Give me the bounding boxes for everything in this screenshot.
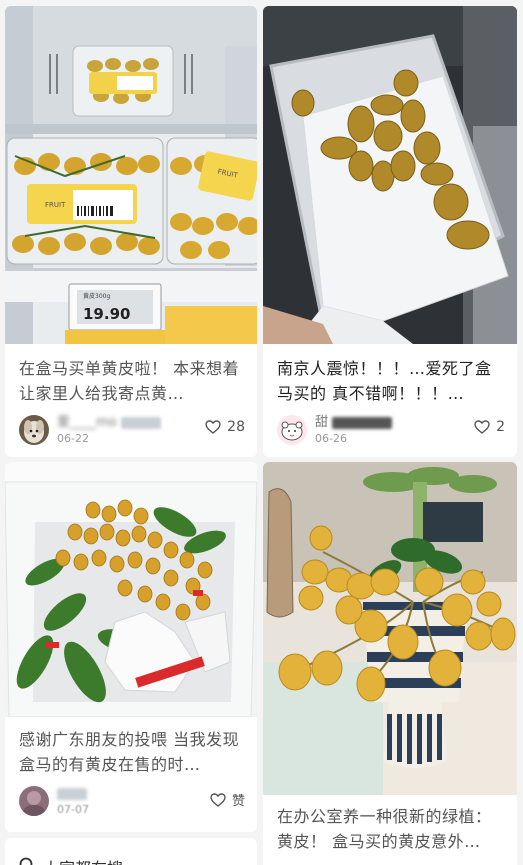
- dog-avatar-icon: [19, 415, 49, 445]
- post-image[interactable]: [263, 6, 517, 344]
- post-image[interactable]: FRUIT FRUIT 黄皮300g 19.90: [5, 6, 257, 344]
- price-tag-name: 黄皮300g: [83, 292, 110, 300]
- like-count: 28: [227, 419, 245, 435]
- post-date: 06-26: [315, 432, 347, 445]
- username-text: 爱____mo: [57, 415, 117, 430]
- post-card[interactable]: 南京人震惊！！！…爱死了盒马买的 真不错啊！！！… 甜 06-26 2: [263, 6, 517, 457]
- heart-icon: [210, 792, 226, 807]
- post-image[interactable]: [263, 462, 517, 795]
- like-count: 2: [496, 419, 505, 435]
- foam-box-fruit-photo: [5, 462, 257, 717]
- trending-search-card[interactable]: 大家都在搜: [5, 838, 257, 865]
- heart-icon: [205, 420, 221, 434]
- fruit-label-text: FRUIT: [45, 201, 66, 209]
- like-count: 赞: [231, 794, 245, 809]
- like-button[interactable]: 28: [205, 419, 245, 435]
- username[interactable]: 甜: [315, 415, 393, 431]
- avatar[interactable]: [277, 415, 307, 445]
- potted-huangpi-photo: [263, 462, 517, 795]
- post-title[interactable]: 在盒马买单黄皮啦！ 本来想着让家里人给我寄点黄…: [19, 356, 247, 406]
- like-button[interactable]: 2: [474, 419, 505, 435]
- avatar[interactable]: [19, 786, 49, 816]
- supermarket-fruit-photo: FRUIT FRUIT 黄皮300g 19.90: [5, 6, 257, 344]
- post-meta: 甜 06-26 2: [277, 415, 505, 449]
- post-card[interactable]: FRUIT FRUIT 黄皮300g 19.90 在盒马买单黄皮啦！ 本来想着让…: [5, 6, 257, 457]
- post-card[interactable]: 在办公室养一种很新的绿植：黄皮！ 盒马买的黄皮意外…: [263, 462, 517, 865]
- username-text: 甜: [315, 415, 329, 430]
- username-mask: [120, 416, 161, 429]
- post-meta: 爱____mo 06-22 28: [19, 415, 245, 449]
- post-date: 06-22: [57, 432, 89, 445]
- avatar[interactable]: [19, 415, 49, 445]
- like-button[interactable]: 赞: [210, 790, 245, 809]
- user-photo-avatar-icon: [19, 786, 49, 816]
- post-title[interactable]: 感谢广东朋友的投喂 当我发现盒马的有黄皮在售的时…: [19, 727, 247, 777]
- search-icon: [19, 857, 33, 865]
- post-title[interactable]: 南京人震惊！！！…爱死了盒马买的 真不错啊！！！…: [277, 356, 507, 406]
- username-mask: [332, 416, 393, 429]
- username[interactable]: [57, 786, 87, 802]
- post-card[interactable]: 感谢广东朋友的投喂 当我发现盒马的有黄皮在售的时… 07-07 赞: [5, 462, 257, 832]
- username[interactable]: 爱____mo: [57, 415, 161, 431]
- post-image[interactable]: [5, 462, 257, 717]
- username-mask: [57, 787, 87, 800]
- post-meta: 07-07 赞: [19, 786, 245, 820]
- cartoon-avatar-icon: [277, 415, 307, 445]
- heart-icon: [474, 420, 490, 434]
- post-date: 07-07: [57, 803, 89, 816]
- post-title[interactable]: 在办公室养一种很新的绿植：黄皮！ 盒马买的黄皮意外…: [277, 804, 507, 854]
- price-tag-value: 19.90: [83, 305, 130, 323]
- huangpi-box-photo: [263, 6, 517, 344]
- trending-search-label: 大家都在搜: [43, 855, 123, 865]
